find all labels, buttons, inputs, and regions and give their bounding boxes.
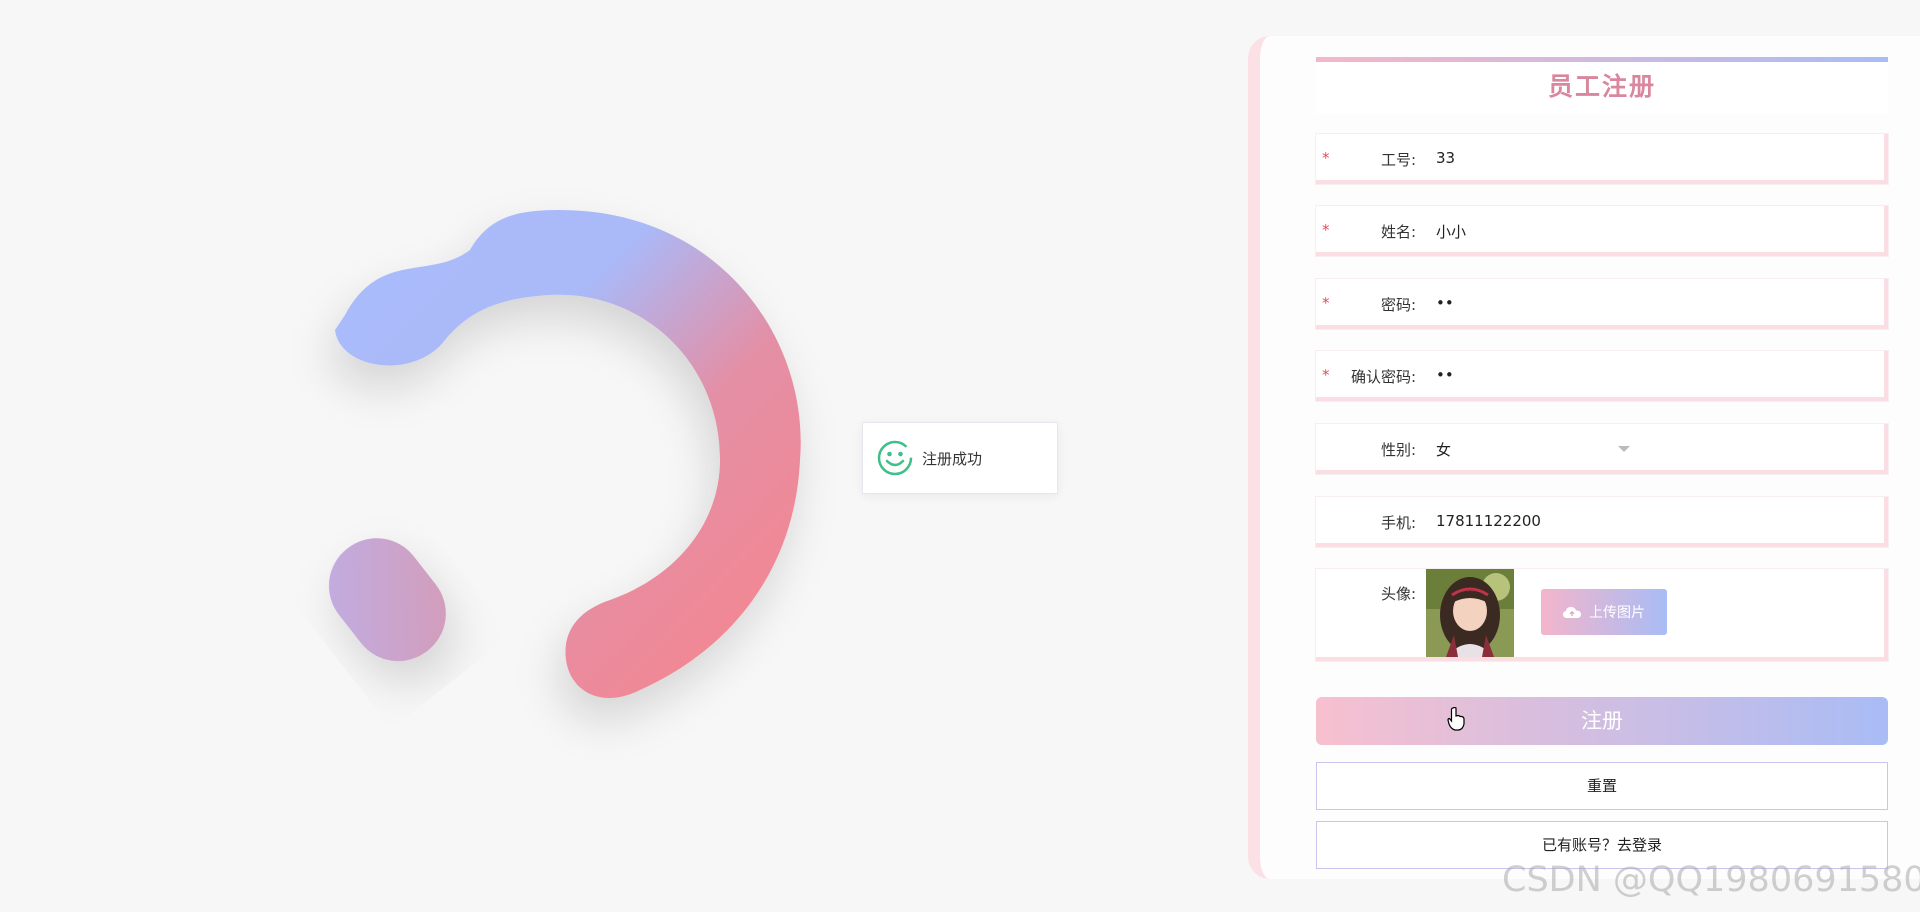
upload-label: 上传图片 bbox=[1589, 605, 1645, 621]
register-button[interactable]: 注册 bbox=[1316, 697, 1888, 745]
password-field[interactable]: * 密码: •• bbox=[1316, 279, 1888, 329]
avatar-field: 头像: 上传图片 bbox=[1316, 569, 1888, 661]
gender-select[interactable]: 女 bbox=[1436, 439, 1451, 460]
decorative-illustration bbox=[300, 190, 840, 750]
avatar-label: 头像: bbox=[1380, 585, 1416, 603]
watermark: CSDN @QQ1980691580 bbox=[1502, 860, 1920, 900]
phone-field[interactable]: 手机: 17811122200 bbox=[1316, 497, 1888, 547]
password-label: 密码: bbox=[1380, 296, 1416, 314]
gender-field[interactable]: 性别: 女 bbox=[1316, 424, 1888, 474]
avatar-preview bbox=[1426, 569, 1514, 657]
hand-cursor-icon bbox=[1447, 707, 1465, 731]
name-input[interactable]: 小小 bbox=[1436, 221, 1466, 242]
phone-label: 手机: bbox=[1380, 514, 1416, 532]
required-mark: * bbox=[1322, 221, 1330, 239]
employee-id-label: 工号: bbox=[1380, 151, 1416, 169]
phone-input[interactable]: 17811122200 bbox=[1436, 512, 1541, 530]
toast-message: 注册成功 bbox=[922, 449, 983, 468]
required-mark: * bbox=[1322, 366, 1330, 384]
employee-id-field[interactable]: * 工号: 33 bbox=[1316, 134, 1888, 184]
pill-shape bbox=[328, 538, 446, 662]
upload-image-button[interactable]: 上传图片 bbox=[1541, 589, 1667, 635]
password-input[interactable]: •• bbox=[1436, 294, 1454, 312]
reset-button[interactable]: 重置 bbox=[1316, 762, 1888, 810]
gender-label: 性别: bbox=[1380, 441, 1416, 459]
name-label: 姓名: bbox=[1380, 223, 1416, 241]
cloud-upload-icon bbox=[1563, 607, 1581, 618]
confirm-password-field[interactable]: * 确认密码: •• bbox=[1316, 351, 1888, 401]
employee-id-input[interactable]: 33 bbox=[1436, 149, 1455, 167]
smile-icon bbox=[877, 440, 913, 476]
required-mark: * bbox=[1322, 149, 1330, 167]
confirm-password-input[interactable]: •• bbox=[1436, 366, 1454, 384]
form-title: 员工注册 bbox=[1547, 72, 1656, 101]
name-field[interactable]: * 姓名: 小小 bbox=[1316, 206, 1888, 256]
confirm-password-label: 确认密码: bbox=[1350, 368, 1416, 386]
chevron-down-icon[interactable] bbox=[1618, 446, 1630, 452]
form-title-bar: 员工注册 bbox=[1316, 57, 1888, 114]
register-panel: 员工注册 * 工号: 33 * 姓名: 小小 * 密码: •• * 确认密码: … bbox=[1248, 36, 1920, 879]
required-mark: * bbox=[1322, 294, 1330, 312]
success-toast: 注册成功 bbox=[862, 422, 1058, 494]
